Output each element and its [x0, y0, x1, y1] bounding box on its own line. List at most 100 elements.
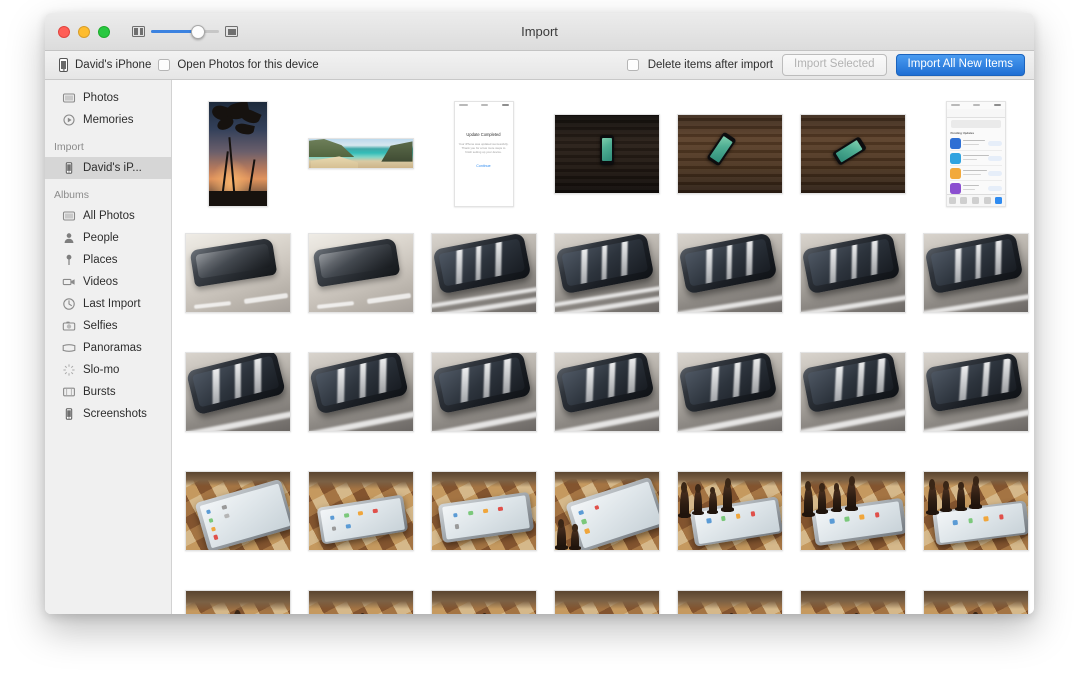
store-search-field[interactable]: [950, 119, 1001, 128]
small-thumbnail-icon[interactable]: [132, 26, 145, 37]
thumbnail-zoom-slider[interactable]: [132, 24, 238, 39]
photo-thumbnail-ipad-chess[interactable]: [676, 470, 783, 551]
sidebar-item-davids-iphone[interactable]: David's iP...: [45, 157, 171, 179]
photo-cell[interactable]: [668, 94, 791, 213]
import-all-new-items-button[interactable]: Import All New Items: [895, 54, 1025, 76]
photo-thumbnail-phone-blinds[interactable]: [430, 351, 537, 432]
photo-thumbnail-phone-blinds[interactable]: [430, 232, 537, 313]
photo-cell[interactable]: [176, 451, 299, 570]
photo-cell[interactable]: [545, 570, 668, 614]
photo-thumbnail-ipad-floor[interactable]: [553, 470, 660, 551]
photo-thumbnail-phone-dark-wood[interactable]: [553, 113, 660, 194]
photo-cell[interactable]: [299, 451, 422, 570]
photo-thumbnail-phone-blinds[interactable]: [553, 232, 660, 313]
sidebar-item-memories[interactable]: Memories: [45, 109, 171, 131]
photo-thumbnail-ipad-floor[interactable]: [184, 470, 291, 551]
photo-cell[interactable]: [545, 213, 668, 332]
photo-cell[interactable]: [299, 570, 422, 614]
photo-thumbnail-phone-wood-angled[interactable]: [676, 113, 783, 194]
photo-cell[interactable]: [422, 213, 545, 332]
photo-thumbnail-ipad-chess[interactable]: [922, 470, 1029, 551]
delete-after-import-checkbox[interactable]: [626, 58, 639, 71]
sidebar-item-last-import[interactable]: Last Import: [45, 293, 171, 315]
photo-cell[interactable]: [668, 451, 791, 570]
photo-thumbnail-phone-blinds[interactable]: [676, 232, 783, 313]
photo-cell[interactable]: [668, 332, 791, 451]
photo-cell[interactable]: [176, 94, 299, 213]
photo-cell[interactable]: [299, 213, 422, 332]
photo-thumbnail-phone-blinds[interactable]: [553, 351, 660, 432]
photo-cell[interactable]: [791, 94, 914, 213]
store-tab[interactable]: [948, 196, 956, 204]
photo-thumbnail-chess-row[interactable]: [307, 589, 414, 614]
photo-cell[interactable]: [176, 213, 299, 332]
store-list-item[interactable]: [949, 151, 1002, 166]
photo-cell[interactable]: Pending Updates: [914, 94, 1034, 213]
photo-thumbnail-phone-blinds[interactable]: [184, 351, 291, 432]
store-tab[interactable]: [971, 196, 979, 204]
zoom-button[interactable]: [98, 25, 110, 38]
sidebar-item-places[interactable]: Places: [45, 249, 171, 271]
photo-thumbnail-phone-blinds[interactable]: [922, 232, 1029, 313]
ios-continue-link[interactable]: Continue: [455, 164, 513, 168]
sidebar-item-videos[interactable]: Videos: [45, 271, 171, 293]
photo-thumbnail-palm-sunset[interactable]: [207, 100, 268, 207]
photo-cell[interactable]: [668, 213, 791, 332]
photo-thumbnail-phone-blinds[interactable]: [799, 232, 906, 313]
large-thumbnail-icon[interactable]: [225, 26, 238, 37]
photo-cell[interactable]: [791, 332, 914, 451]
photo-cell[interactable]: [545, 451, 668, 570]
store-tab[interactable]: [983, 196, 991, 204]
photo-thumbnail-ipad-floor[interactable]: [307, 470, 414, 551]
sidebar-item-people[interactable]: People: [45, 227, 171, 249]
photo-cell[interactable]: [914, 570, 1034, 614]
minimize-button[interactable]: [78, 25, 90, 38]
photo-cell[interactable]: [914, 451, 1034, 570]
photo-thumbnail-phone-blinds[interactable]: [307, 351, 414, 432]
photo-cell[interactable]: [914, 213, 1034, 332]
photo-cell[interactable]: [545, 94, 668, 213]
photo-cell[interactable]: [422, 451, 545, 570]
photo-thumbnail-chess-row[interactable]: [922, 589, 1029, 614]
photo-cell[interactable]: [176, 332, 299, 451]
photo-cell[interactable]: [545, 332, 668, 451]
sidebar-item-panoramas[interactable]: Panoramas: [45, 337, 171, 359]
sidebar-item-selfies[interactable]: Selfies: [45, 315, 171, 337]
zoom-slider-knob[interactable]: [191, 24, 205, 39]
photo-thumbnail-phone-blinds[interactable]: [799, 351, 906, 432]
photo-cell[interactable]: [299, 94, 422, 213]
photo-cell[interactable]: [176, 570, 299, 614]
store-list-item[interactable]: [949, 166, 1002, 181]
photo-thumbnail-chess-row[interactable]: [676, 589, 783, 614]
store-tab-bar[interactable]: [946, 193, 1005, 206]
photo-thumbnail-ipad-chess[interactable]: [799, 470, 906, 551]
photo-thumbnail-chess-row[interactable]: [430, 589, 537, 614]
photo-cell[interactable]: [422, 570, 545, 614]
photo-thumbnail-phone-sunlight[interactable]: [307, 232, 414, 313]
sidebar-item-all-photos[interactable]: All Photos: [45, 205, 171, 227]
photo-thumbnail-chess-row[interactable]: [184, 589, 291, 614]
photo-thumbnail-chess-row[interactable]: [553, 589, 660, 614]
close-button[interactable]: [58, 25, 70, 38]
photo-thumbnail-phone-blinds[interactable]: [676, 351, 783, 432]
photo-thumbnail-phone-blinds[interactable]: [922, 351, 1029, 432]
photo-cell[interactable]: [299, 332, 422, 451]
sidebar-item-bursts[interactable]: Bursts: [45, 381, 171, 403]
photo-cell[interactable]: [668, 570, 791, 614]
photo-thumbnail-beach-panorama[interactable]: [307, 138, 414, 169]
sidebar-item-photos[interactable]: Photos: [45, 87, 171, 109]
open-photos-checkbox[interactable]: [158, 59, 171, 71]
zoom-slider-track[interactable]: [151, 24, 219, 39]
photo-thumbnail-app-store-updates[interactable]: Pending Updates: [945, 100, 1006, 207]
photo-cell[interactable]: [791, 451, 914, 570]
photo-thumbnail-ipad-floor[interactable]: [430, 470, 537, 551]
photo-thumbnail-chess-row[interactable]: [799, 589, 906, 614]
photo-thumbnail-phone-wood-angled-2[interactable]: [799, 113, 906, 194]
store-tab-selected[interactable]: [995, 196, 1003, 204]
photo-cell[interactable]: [914, 332, 1034, 451]
sidebar-item-slo-mo[interactable]: Slo-mo: [45, 359, 171, 381]
store-list-item[interactable]: [949, 136, 1002, 151]
photo-cell[interactable]: [422, 332, 545, 451]
store-tab[interactable]: [960, 196, 968, 204]
photo-cell[interactable]: [791, 213, 914, 332]
